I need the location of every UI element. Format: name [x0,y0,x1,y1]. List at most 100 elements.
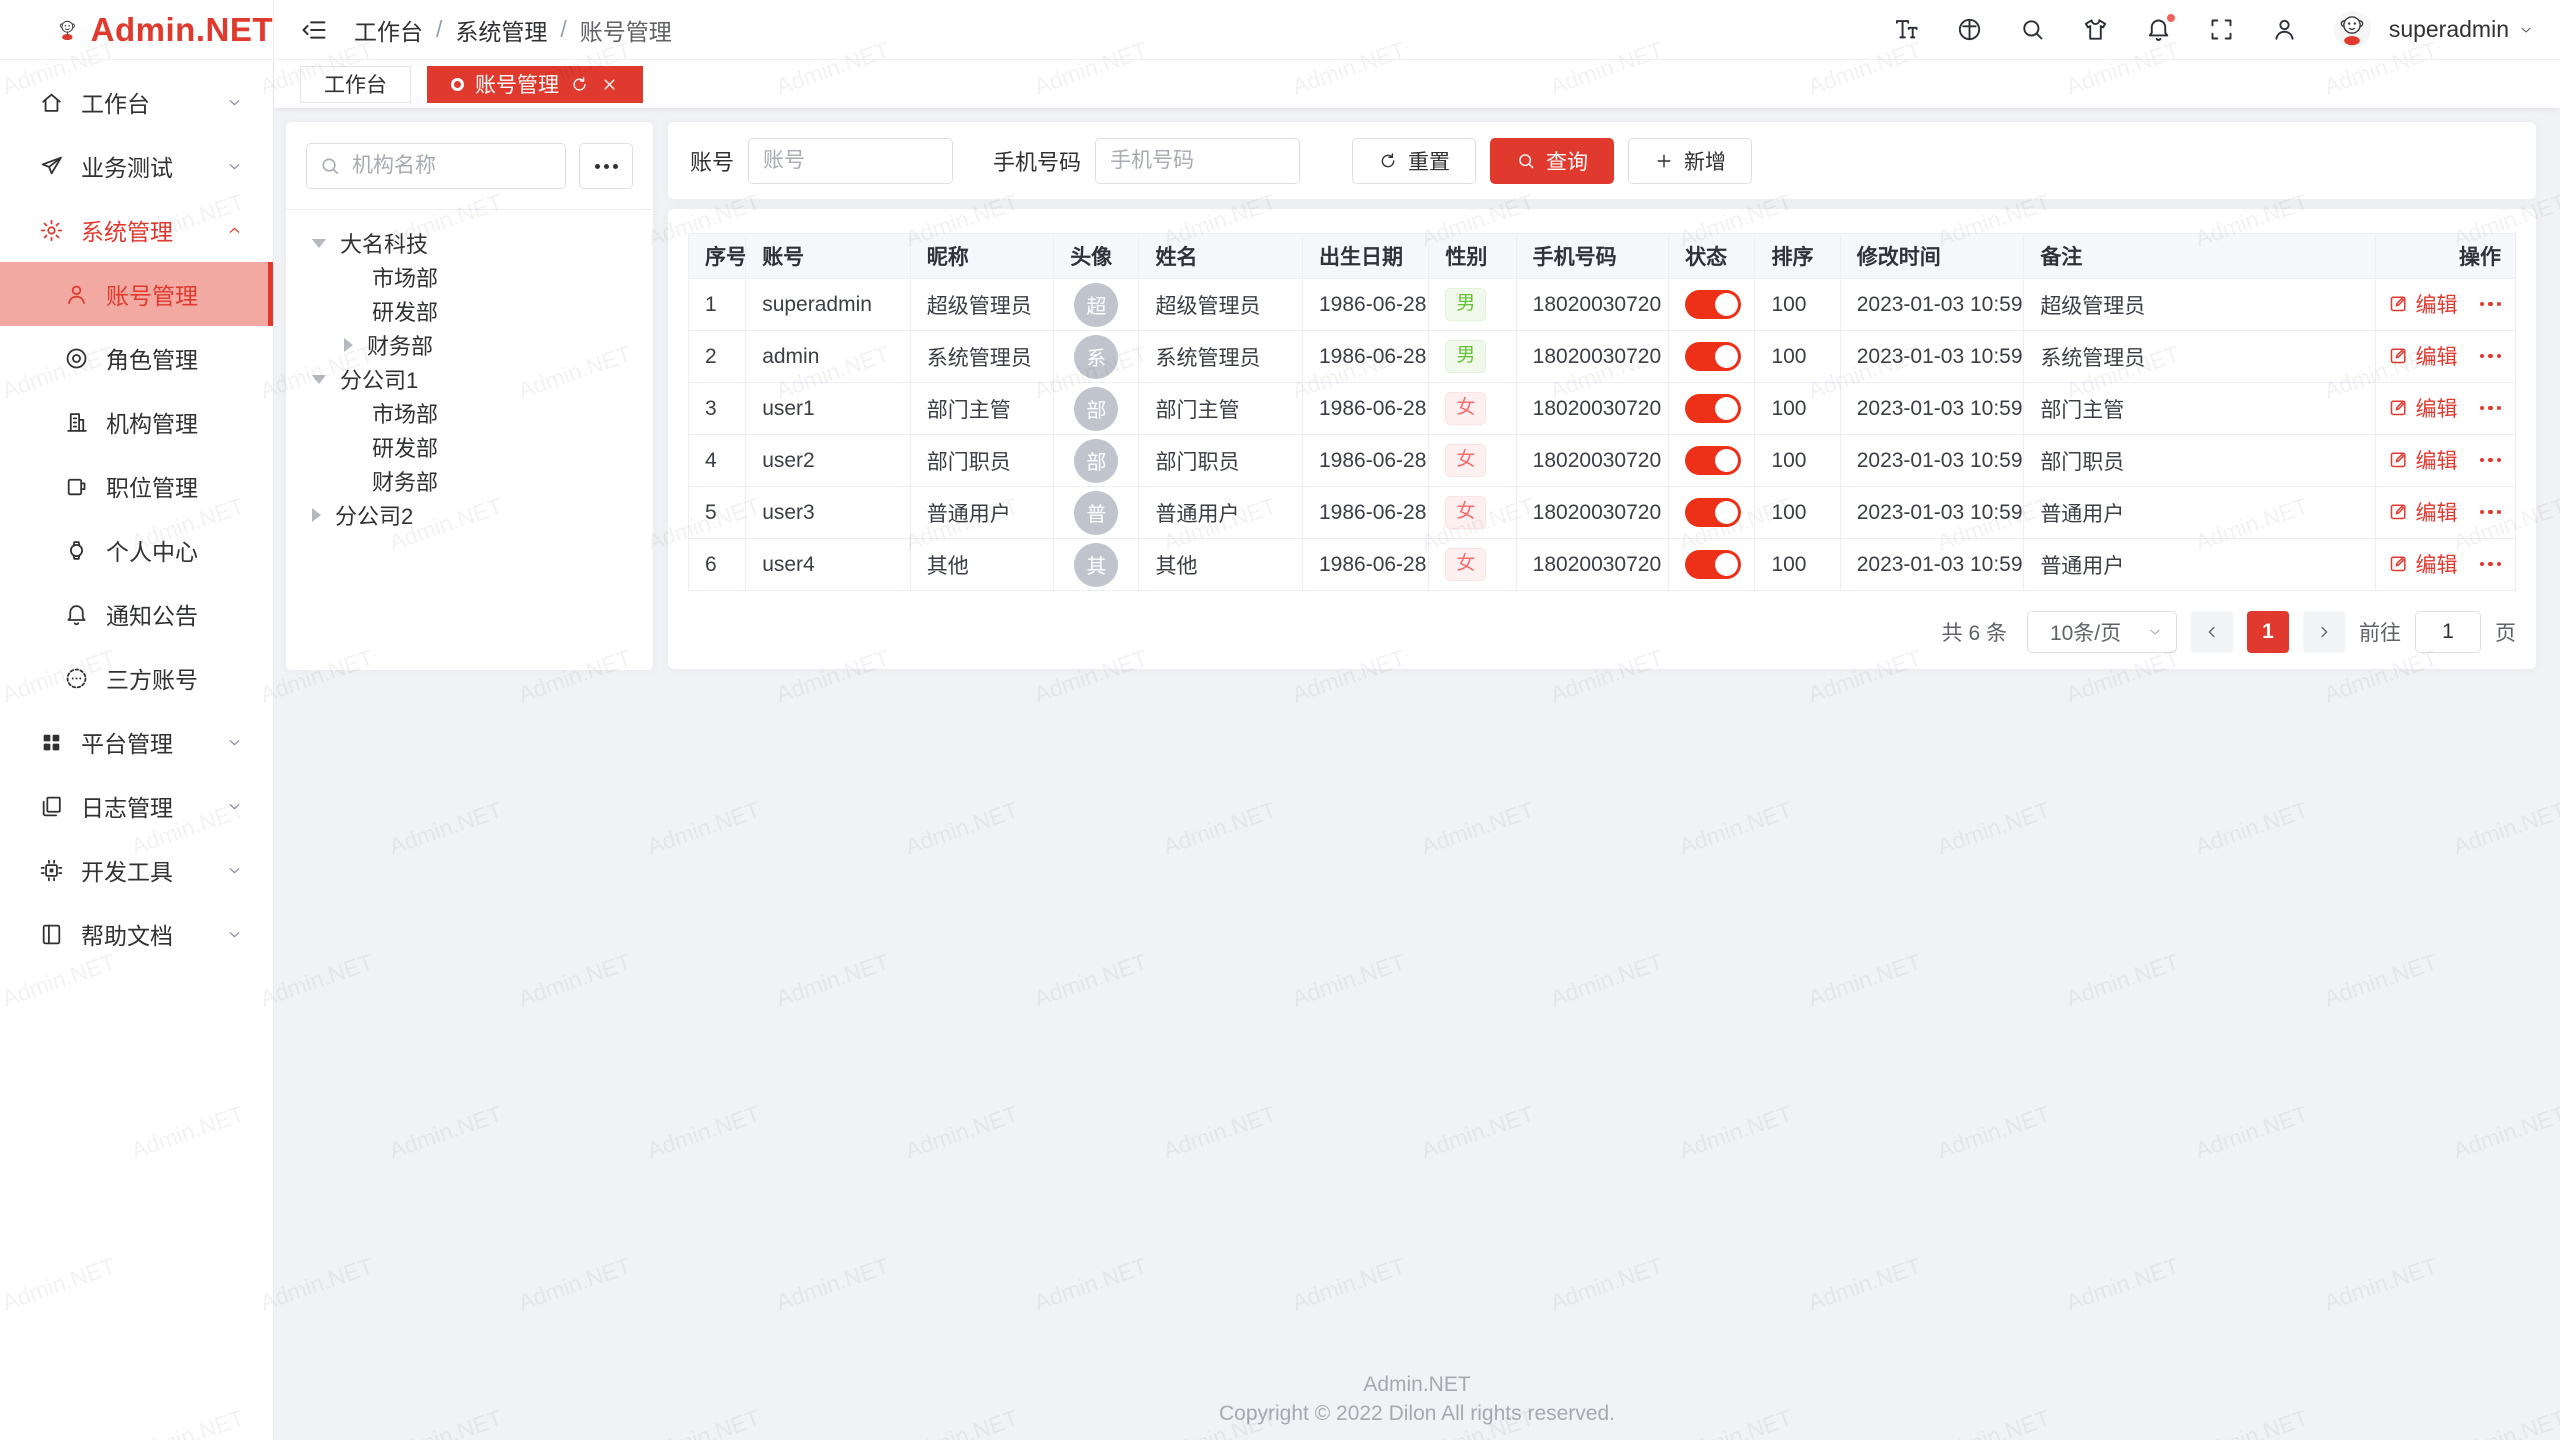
breadcrumb-item[interactable]: 系统管理 [455,13,547,47]
more-actions-button[interactable] [2480,406,2502,411]
tree-node[interactable]: 财务部 [306,464,633,498]
caret-expanded-icon[interactable] [312,239,326,248]
edit-button-label: 编辑 [2416,393,2458,423]
more-actions-button[interactable] [2480,458,2502,463]
status-toggle[interactable] [1685,394,1741,423]
page-size-select[interactable]: 10条/页 [2027,611,2177,653]
cell-order: 100 [1755,279,1840,331]
user-menu[interactable]: superadmin [2389,16,2534,43]
avatar[interactable] [2334,11,2371,48]
tree-node[interactable]: 分公司1 [306,362,633,396]
more-actions-button[interactable] [2480,354,2502,359]
chevron-down-icon [226,158,243,175]
cell-birthdate: 1986-06-28 [1302,487,1428,539]
search-icon [1516,151,1536,171]
user-outline-icon[interactable] [2271,16,2298,43]
search-icon[interactable] [2019,16,2046,43]
ellipsis-icon [2480,562,2485,567]
sidebar-item-third-party-account[interactable]: 三方账号 [0,646,273,710]
sidebar-item-workbench[interactable]: 工作台 [0,70,273,134]
cell-remark: 部门主管 [2024,383,2376,435]
sidebar-item-personal-center[interactable]: 个人中心 [0,518,273,582]
tree-node[interactable]: 财务部 [306,328,633,362]
cell-phone: 18020030720 [1516,539,1669,591]
collapse-menu-icon[interactable] [300,16,328,44]
sidebar-item-platform-management[interactable]: 平台管理 [0,710,273,774]
status-toggle[interactable] [1685,290,1741,319]
org-tree: 大名科技 市场部 研发部 财务部 分公司1 市场部 研发部 财务部 分公司2 [306,226,633,532]
tree-node[interactable]: 市场部 [306,396,633,430]
tree-node-label: 财务部 [367,329,433,361]
status-toggle[interactable] [1685,550,1741,579]
edit-button[interactable]: 编辑 [2388,497,2458,527]
watch-icon [64,538,89,563]
edit-button[interactable]: 编辑 [2388,549,2458,579]
more-actions-button[interactable] [2480,510,2502,515]
cell-remark: 系统管理员 [2024,331,2376,383]
fullscreen-icon[interactable] [2208,16,2235,43]
sidebar-item-label: 日志管理 [81,789,209,823]
caret-collapsed-icon[interactable] [344,338,353,352]
language-icon[interactable] [1956,16,1983,43]
tree-node-label: 市场部 [372,397,438,429]
edit-button[interactable]: 编辑 [2388,341,2458,371]
more-actions-button[interactable] [2480,302,2502,307]
tab-account-management[interactable]: 账号管理 [427,66,643,103]
sidebar-item-notice[interactable]: 通知公告 [0,582,273,646]
col-header: 账号 [746,234,911,279]
caret-expanded-icon[interactable] [312,375,326,384]
tab-workbench[interactable]: 工作台 [300,66,411,103]
page-number-button[interactable]: 1 [2247,611,2289,653]
sidebar-item-dev-tools[interactable]: 开发工具 [0,838,273,902]
goto-page-input[interactable] [2415,611,2481,653]
sidebar-item-position-management[interactable]: 职位管理 [0,454,273,518]
tree-node[interactable]: 市场部 [306,260,633,294]
org-search-input[interactable] [306,143,566,189]
cell-phone: 18020030720 [1516,435,1669,487]
avatar: 普 [1074,491,1118,535]
reset-button[interactable]: 重置 [1352,138,1476,184]
caret-collapsed-icon[interactable] [312,508,321,522]
status-toggle[interactable] [1685,342,1741,371]
tree-node[interactable]: 分公司2 [306,498,633,532]
notification-button[interactable] [2145,16,2172,43]
sidebar-item-help-docs[interactable]: 帮助文档 [0,902,273,966]
tree-node-label: 财务部 [372,465,438,497]
search-button[interactable]: 查询 [1490,138,1614,184]
tree-node[interactable]: 研发部 [306,294,633,328]
edit-button-label: 编辑 [2416,289,2458,319]
sidebar-item-org-management[interactable]: 机构管理 [0,390,273,454]
cell-nickname: 其他 [910,539,1053,591]
edit-button[interactable]: 编辑 [2388,393,2458,423]
refresh-icon[interactable] [570,75,589,94]
account-filter-input[interactable] [748,138,953,184]
sidebar-item-log-management[interactable]: 日志管理 [0,774,273,838]
sidebar-item-business-test[interactable]: 业务测试 [0,134,273,198]
sidebar-item-system-management[interactable]: 系统管理 [0,198,273,262]
cell-modified-time: 2023-01-03 10:59:44 [1840,487,2024,539]
sidebar: Admin.NET 工作台 业务测试 系统管理 账号管理 角色管理 机构管理 [0,0,274,1440]
edit-button[interactable]: 编辑 [2388,445,2458,475]
phone-filter-input[interactable] [1095,138,1300,184]
more-actions-button[interactable] [2480,562,2502,567]
ellipsis-icon [2480,510,2485,515]
status-toggle[interactable] [1685,498,1741,527]
prev-page-button[interactable] [2191,611,2233,653]
font-size-icon[interactable] [1893,16,1920,43]
status-toggle[interactable] [1685,446,1741,475]
theme-icon[interactable] [2082,16,2109,43]
breadcrumb-item[interactable]: 工作台 [354,13,423,47]
close-icon[interactable] [600,75,619,94]
tree-node[interactable]: 研发部 [306,430,633,464]
ellipsis-icon [2488,562,2493,567]
col-header: 状态 [1669,234,1755,279]
add-button[interactable]: 新增 [1628,138,1752,184]
next-page-button[interactable] [2303,611,2345,653]
tree-more-button[interactable] [579,143,633,189]
tree-node[interactable]: 大名科技 [306,226,633,260]
sidebar-item-role-management[interactable]: 角色管理 [0,326,273,390]
edit-button[interactable]: 编辑 [2388,289,2458,319]
sidebar-item-account-management[interactable]: 账号管理 [0,262,273,326]
ellipsis-icon [2488,354,2493,359]
avatar: 部 [1074,387,1118,431]
